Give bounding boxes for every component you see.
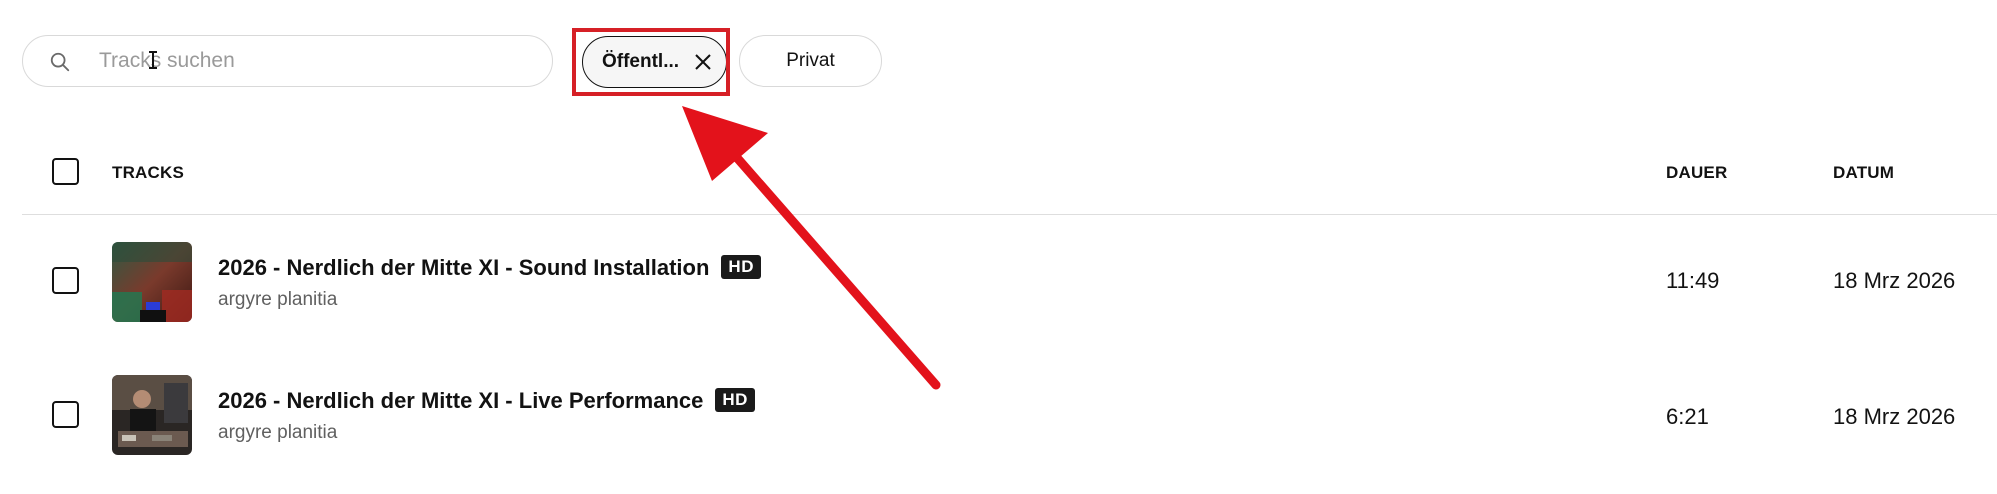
- table-row[interactable]: 2026 - Nerdlich der Mitte XI - Sound Ins…: [22, 215, 1997, 348]
- track-duration: 6:21: [1666, 404, 1709, 429]
- column-header-tracks[interactable]: TRACKS: [112, 163, 184, 183]
- column-header-duration[interactable]: DAUER: [1666, 163, 1727, 183]
- track-date: 18 Mrz 2026: [1833, 404, 1956, 429]
- track-title[interactable]: 2026 - Nerdlich der Mitte XI - Live Perf…: [218, 388, 755, 414]
- search-icon: [50, 52, 70, 72]
- track-artist[interactable]: argyre planitia: [218, 289, 337, 311]
- track-title[interactable]: 2026 - Nerdlich der Mitte XI - Sound Ins…: [218, 255, 761, 281]
- annotation-highlight-box: [572, 28, 730, 96]
- track-title-text: 2026 - Nerdlich der Mitte XI - Live Perf…: [218, 388, 704, 413]
- track-thumbnail[interactable]: [112, 375, 192, 455]
- filter-chip-private[interactable]: Privat: [739, 35, 882, 87]
- search-input[interactable]: [99, 46, 519, 76]
- text-cursor-icon: [149, 51, 157, 69]
- track-duration: 11:49: [1666, 268, 1720, 293]
- track-thumbnail[interactable]: [112, 242, 192, 322]
- table-header: TRACKS DAUER DATUM: [22, 140, 1997, 215]
- row-checkbox[interactable]: [52, 401, 79, 428]
- hd-badge: HD: [715, 388, 755, 412]
- track-date: 18 Mrz 2026: [1833, 268, 1956, 293]
- search-box[interactable]: [22, 35, 553, 87]
- column-header-date[interactable]: DATUM: [1833, 163, 1894, 183]
- hd-badge: HD: [721, 255, 761, 279]
- select-all-checkbox[interactable]: [52, 158, 79, 185]
- track-artist[interactable]: argyre planitia: [218, 422, 337, 444]
- track-title-text: 2026 - Nerdlich der Mitte XI - Sound Ins…: [218, 255, 710, 280]
- table-row[interactable]: 2026 - Nerdlich der Mitte XI - Live Perf…: [22, 348, 1997, 481]
- row-checkbox[interactable]: [52, 267, 79, 294]
- filter-chip-private-label: Privat: [786, 50, 835, 71]
